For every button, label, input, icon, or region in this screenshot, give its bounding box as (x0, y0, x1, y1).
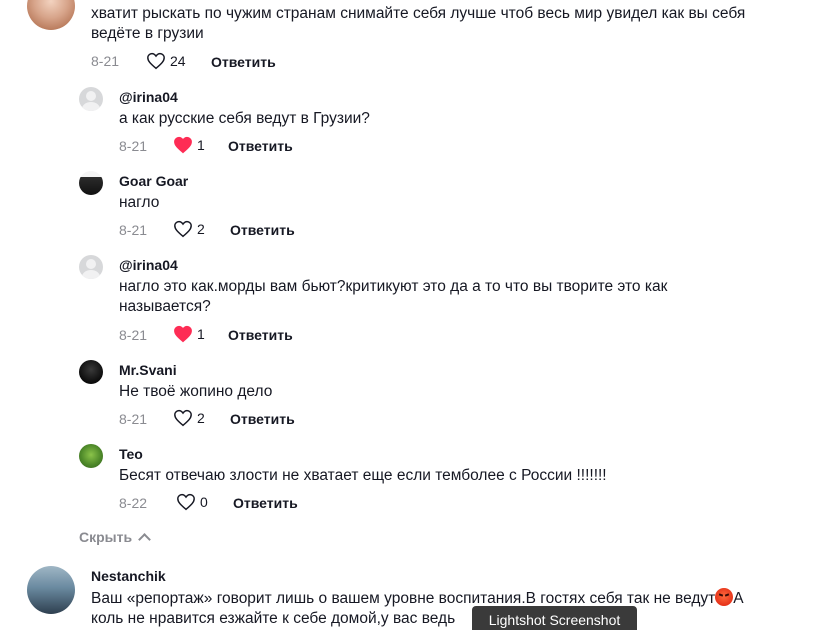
avatar[interactable] (79, 171, 103, 195)
like-count: 24 (170, 53, 186, 69)
like-count: 1 (197, 137, 205, 153)
avatar[interactable] (79, 87, 103, 111)
comment-text: хватит рыскать по чужим странам снимайте… (91, 5, 746, 42)
comment-date: 8-21 (119, 138, 148, 154)
comment-date: 8-22 (119, 495, 148, 511)
hide-replies-button[interactable]: Скрыть (79, 529, 151, 546)
comment-date: 8-21 (119, 327, 148, 343)
comment-date: 8-21 (91, 53, 120, 69)
heart-icon[interactable] (146, 52, 166, 70)
heart-icon[interactable] (173, 409, 193, 427)
comment-text: нагло (119, 194, 160, 211)
avatar[interactable] (79, 444, 103, 468)
heart-icon[interactable] (176, 493, 196, 511)
username[interactable]: Mr.Svani (119, 362, 177, 378)
comment-text: Не твоё жопино дело (119, 383, 273, 400)
like-count: 1 (197, 326, 205, 342)
username[interactable]: Teo (119, 446, 143, 462)
reply-button[interactable]: Ответить (211, 54, 276, 70)
heart-icon[interactable] (173, 220, 193, 238)
like-count: 0 (200, 494, 208, 510)
avatar[interactable] (79, 360, 103, 384)
heart-icon[interactable] (173, 136, 193, 154)
comment-date: 8-21 (119, 411, 148, 427)
reply-button[interactable]: Ответить (233, 495, 298, 511)
comment-date: 8-21 (119, 222, 148, 238)
comment-text: а как русские себя ведут в Грузии? (119, 110, 370, 127)
username[interactable]: Goar Goar (119, 173, 188, 189)
avatar[interactable] (27, 566, 75, 614)
username[interactable]: Nestanchik (91, 568, 166, 584)
comment-text-part: А (733, 590, 744, 607)
comment-text-part: Ваш «репортаж» говорит лишь о вашем уров… (91, 590, 716, 607)
like-count: 2 (197, 410, 205, 426)
comment-text: Ваш «репортаж» говорит лишь о вашем уров… (91, 588, 811, 629)
reply-button[interactable]: Ответить (230, 411, 295, 427)
heart-icon[interactable] (173, 325, 193, 343)
avatar[interactable] (27, 0, 75, 30)
username[interactable]: @irina04 (119, 89, 178, 105)
reply-button[interactable]: Ответить (230, 222, 295, 238)
chevron-up-icon (138, 533, 151, 546)
username[interactable]: @irina04 (119, 257, 178, 273)
like-count: 2 (197, 221, 205, 237)
reply-button[interactable]: Ответить (228, 138, 293, 154)
hide-replies-label: Скрыть (79, 529, 133, 545)
avatar[interactable] (79, 255, 103, 279)
comment-text: Бесят отвечаю злости не хватает еще если… (119, 467, 607, 484)
screenshot-tooltip: Lightshot Screenshot (472, 606, 637, 630)
comment-text: нагло это как.морды вам бьют?критикуют э… (119, 278, 668, 315)
reply-button[interactable]: Ответить (228, 327, 293, 343)
angry-face-icon (715, 588, 734, 606)
comment-text-part: коль не нравится езжайте к себе домой,у … (91, 610, 456, 627)
